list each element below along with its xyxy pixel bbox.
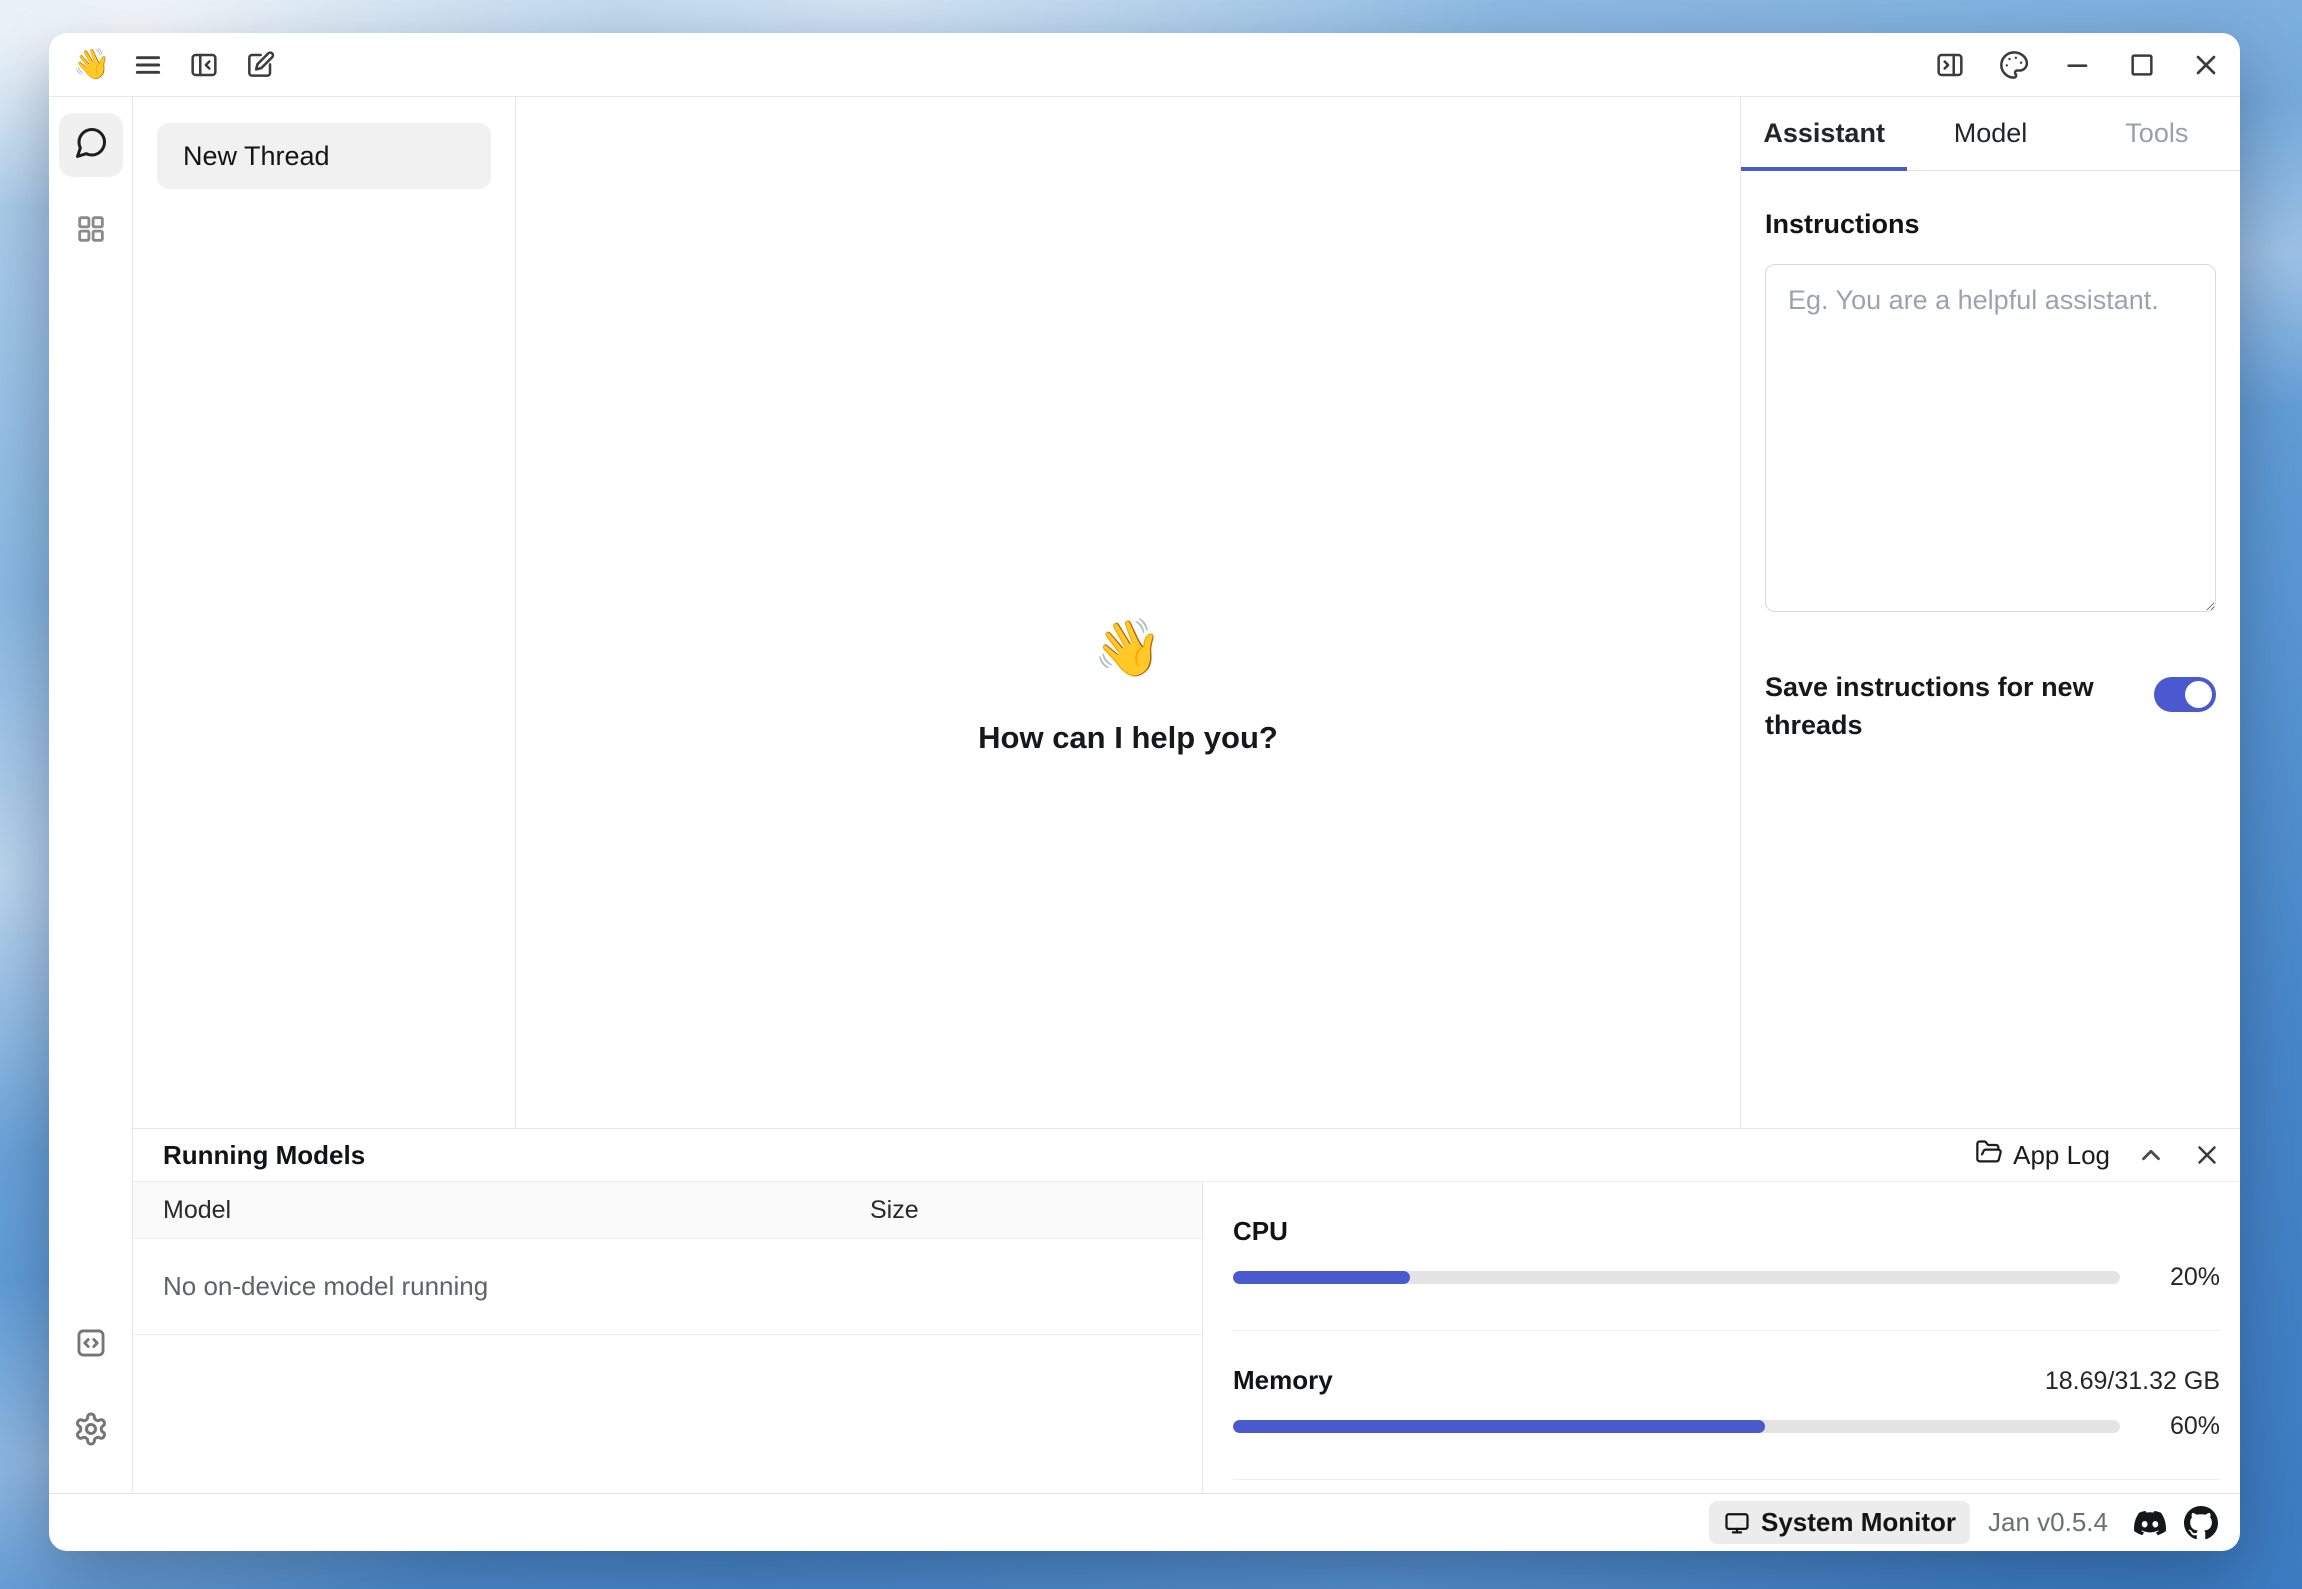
compose-icon[interactable]: [242, 47, 278, 83]
sidebar-item-local-api-server[interactable]: [59, 1313, 123, 1377]
cpu-percent-value: 20%: [2120, 1263, 2220, 1292]
system-monitor-button[interactable]: System Monitor: [1709, 1501, 1970, 1544]
collapse-panel-icon[interactable]: [2136, 1140, 2166, 1170]
memory-label: Memory: [1233, 1365, 1333, 1396]
panel-right-toggle-icon[interactable]: [1932, 47, 1968, 83]
system-monitor-panel: Running Models App Log: [133, 1128, 2240, 1493]
wave-emoji: 👋: [1093, 620, 1163, 676]
jan-app-window: 👋: [49, 33, 2240, 1551]
app-logo-wave: 👋: [73, 50, 110, 80]
running-models-title: Running Models: [163, 1140, 365, 1171]
toggle-knob: [2185, 681, 2212, 708]
column-header-size: Size: [870, 1196, 1202, 1225]
column-header-model: Model: [133, 1196, 870, 1225]
cpu-progress-track: [1233, 1271, 2120, 1284]
desktop-wallpaper: 👋: [0, 0, 2302, 1589]
chat-main-area: 👋 How can I help you?: [516, 97, 1740, 1128]
assistant-panel: Assistant Model Tools Instructions Save …: [1740, 97, 2240, 1128]
thread-list-panel: New Thread: [133, 97, 516, 1128]
memory-progress-track: [1233, 1420, 2120, 1433]
code-icon: [74, 1326, 108, 1365]
table-empty-message: No on-device model running: [133, 1239, 1202, 1335]
gear-icon: [73, 1411, 109, 1452]
chat-bubble-icon: [73, 125, 109, 166]
discord-icon[interactable]: [2134, 1507, 2166, 1539]
tab-tools[interactable]: Tools: [2074, 97, 2240, 170]
titlebar: 👋: [49, 33, 2240, 97]
greeting-text: How can I help you?: [978, 720, 1278, 756]
tab-assistant[interactable]: Assistant: [1741, 97, 1907, 170]
save-instructions-label: Save instructions for new threads: [1765, 669, 2095, 745]
sidebar-item-threads[interactable]: [59, 113, 123, 177]
sidebar-item-hub[interactable]: [59, 199, 123, 263]
cpu-label: CPU: [1233, 1216, 1288, 1247]
status-bar: System Monitor Jan v0.5.4: [49, 1493, 2240, 1551]
left-rail: [49, 97, 133, 1493]
app-version: Jan v0.5.4: [1988, 1507, 2108, 1538]
resource-gauges: CPU 20%: [1203, 1181, 2240, 1493]
memory-percent-value: 60%: [2120, 1412, 2220, 1441]
memory-usage-value: 18.69/31.32 GB: [2045, 1367, 2220, 1396]
memory-progress-fill: [1233, 1420, 1765, 1433]
minimize-icon[interactable]: [2060, 47, 2096, 83]
memory-gauge: Memory 18.69/31.32 GB 60%: [1233, 1365, 2220, 1480]
maximize-icon[interactable]: [2124, 47, 2160, 83]
app-log-button[interactable]: App Log: [1975, 1138, 2110, 1173]
github-icon[interactable]: [2184, 1506, 2218, 1540]
table-header-row: Model Size: [133, 1181, 1202, 1239]
save-instructions-toggle[interactable]: [2154, 677, 2216, 712]
cpu-progress-fill: [1233, 1271, 1410, 1284]
running-models-table: Model Size No on-device model running: [133, 1181, 1203, 1493]
panel-left-toggle-icon[interactable]: [186, 47, 222, 83]
sidebar-item-settings[interactable]: [59, 1399, 123, 1463]
folder-open-icon: [1975, 1138, 2003, 1173]
cpu-gauge: CPU 20%: [1233, 1216, 2220, 1331]
monitor-icon: [1723, 1509, 1751, 1537]
instructions-label: Instructions: [1765, 209, 2216, 240]
app-log-label: App Log: [2013, 1140, 2110, 1171]
close-icon[interactable]: [2188, 47, 2224, 83]
instructions-input[interactable]: [1765, 264, 2216, 612]
thread-title: New Thread: [183, 141, 330, 172]
grid-icon: [74, 212, 108, 251]
tab-model[interactable]: Model: [1907, 97, 2073, 170]
menu-icon[interactable]: [130, 47, 166, 83]
thread-list-item[interactable]: New Thread: [157, 123, 491, 189]
system-monitor-label: System Monitor: [1761, 1507, 1956, 1538]
right-panel-tabs: Assistant Model Tools: [1741, 97, 2240, 171]
palette-icon[interactable]: [1996, 47, 2032, 83]
close-panel-icon[interactable]: [2192, 1140, 2222, 1170]
